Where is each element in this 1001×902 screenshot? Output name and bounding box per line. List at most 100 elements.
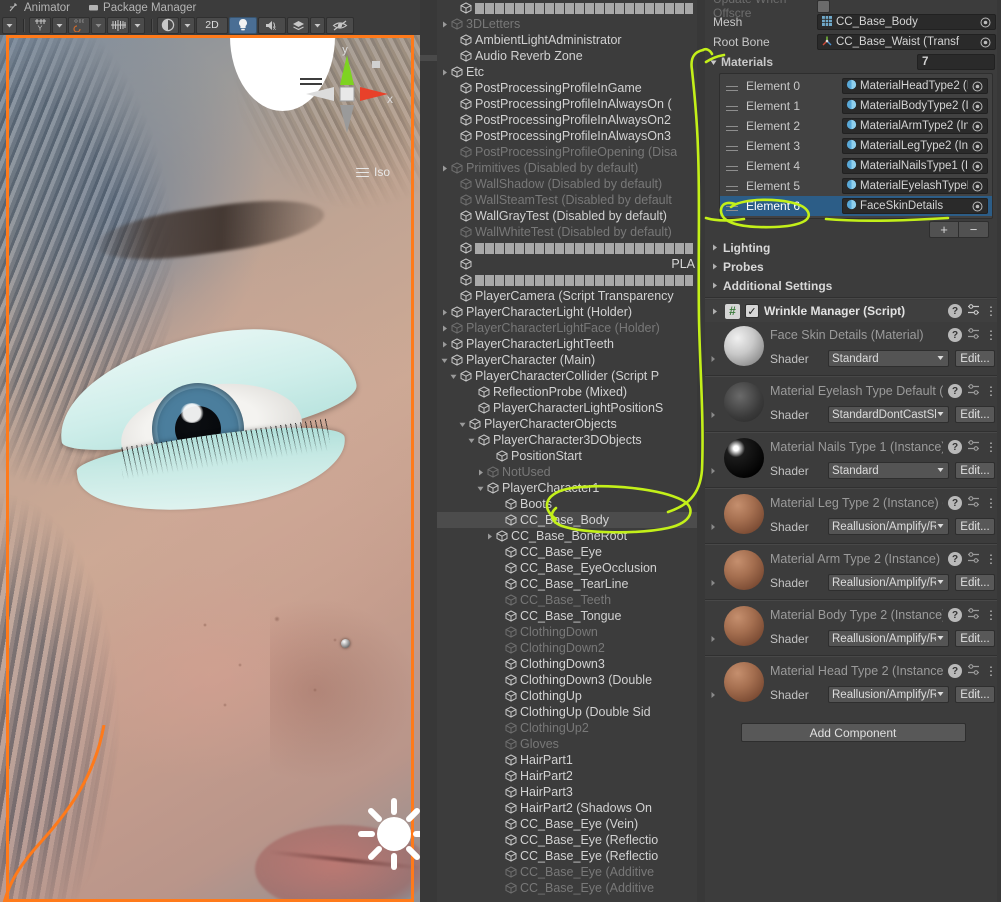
- object-picker-icon[interactable]: [971, 141, 984, 152]
- hierarchy-item[interactable]: PlayerCharacter1: [437, 480, 697, 496]
- hierarchy-item[interactable]: ClothingUp (Double Sid: [437, 704, 697, 720]
- component-menu-button[interactable]: ⋮: [985, 609, 997, 621]
- chevron-right-icon[interactable]: [709, 326, 718, 366]
- help-icon[interactable]: ?: [948, 552, 962, 566]
- hierarchy-item[interactable]: PlayerCharacterLightTeeth: [437, 336, 697, 352]
- chevron-right-icon[interactable]: [439, 320, 450, 336]
- tab-package-manager[interactable]: Package Manager: [79, 0, 205, 15]
- tool-handle-dropdown[interactable]: [2, 16, 17, 34]
- update-when-offscreen-row[interactable]: Update When Offscre: [705, 0, 1001, 20]
- update-when-offscreen-checkbox[interactable]: [817, 0, 830, 13]
- edit-shader-button[interactable]: Edit...: [955, 686, 995, 703]
- hierarchy-item[interactable]: HairPart2 (Shadows On: [437, 800, 697, 816]
- hierarchy-item[interactable]: ReflectionProbe (Mixed): [437, 384, 697, 400]
- chevron-right-icon[interactable]: [709, 662, 718, 702]
- hierarchy-item[interactable]: PlayerCamera (Script Transparency: [437, 288, 697, 304]
- edit-shader-button[interactable]: Edit...: [955, 406, 995, 423]
- chevron-right-icon[interactable]: [709, 606, 718, 646]
- drag-handle-icon[interactable]: [722, 205, 742, 207]
- scene-projection-mode[interactable]: Iso: [355, 165, 390, 180]
- shader-dropdown[interactable]: Standard: [828, 350, 949, 367]
- shader-dropdown[interactable]: Reallusion/Amplify/RL_S: [828, 686, 949, 703]
- hierarchy-item[interactable]: WallGrayTest (Disabled by default): [437, 208, 697, 224]
- hierarchy-item[interactable]: PlayerCharacterLight (Holder): [437, 304, 697, 320]
- chevron-right-icon[interactable]: [709, 494, 718, 534]
- help-icon[interactable]: ?: [948, 608, 962, 622]
- drag-handle-icon[interactable]: [722, 85, 742, 87]
- chevron-right-icon[interactable]: [709, 550, 718, 590]
- hierarchy-item[interactable]: AmbientLightAdministrator: [437, 32, 697, 48]
- hierarchy-item[interactable]: WallSteamTest (Disabled by default: [437, 192, 697, 208]
- help-icon[interactable]: ?: [948, 384, 962, 398]
- shader-dropdown[interactable]: StandardDontCastShad: [828, 406, 949, 423]
- hierarchy-item[interactable]: ClothingUp2: [437, 720, 697, 736]
- component-menu-button[interactable]: ⋮: [985, 441, 997, 453]
- hierarchy-item[interactable]: CC_Base_TearLine: [437, 576, 697, 592]
- hierarchy-item[interactable]: 3DLetters: [437, 16, 697, 32]
- hierarchy-item-selected[interactable]: CC_Base_Body: [437, 512, 697, 528]
- pivot-rotation-toggle[interactable]: Y: [29, 16, 51, 34]
- mesh-object-picker-icon[interactable]: [979, 17, 992, 28]
- chevron-right-icon[interactable]: [709, 240, 720, 256]
- hierarchy-item[interactable]: CC_Base_Eye: [437, 544, 697, 560]
- hierarchy-item[interactable]: ClothingDown3 (Double: [437, 672, 697, 688]
- pivot-rotation-dropdown[interactable]: [52, 16, 67, 34]
- hierarchy-item[interactable]: [437, 240, 697, 256]
- chevron-down-icon[interactable]: [448, 368, 459, 384]
- shader-dropdown[interactable]: Reallusion/Amplify/RL_S: [828, 630, 949, 647]
- component-menu-button[interactable]: ⋮: [985, 665, 997, 677]
- inspector-panel[interactable]: Update When Offscre Mesh CC_Base_Body Ro…: [705, 0, 1001, 902]
- wrinkle-manager-component-header[interactable]: # ✓ Wrinkle Manager (Script) ? ⋮: [705, 300, 1001, 322]
- help-icon[interactable]: ?: [948, 664, 962, 678]
- hierarchy-item[interactable]: PostProcessingProfileInAlwaysOn (: [437, 96, 697, 112]
- hierarchy-item[interactable]: HairPart1: [437, 752, 697, 768]
- preset-icon[interactable]: [967, 663, 980, 679]
- materials-remove-button[interactable]: −: [959, 221, 989, 238]
- shader-dropdown[interactable]: Reallusion/Amplify/RL_S: [828, 518, 949, 535]
- hierarchy-item[interactable]: HairPart2: [437, 768, 697, 784]
- chevron-down-icon[interactable]: [475, 480, 486, 496]
- directional-light-gizmo[interactable]: [355, 795, 420, 873]
- drag-handle-icon[interactable]: [722, 145, 742, 147]
- hierarchy-item[interactable]: PlayerCharacterCollider (Script P: [437, 368, 697, 384]
- scene-lighting-toggle[interactable]: [229, 16, 257, 34]
- hidden-objects-toggle[interactable]: [326, 16, 354, 34]
- hierarchy-item[interactable]: CC_Base_Eye (Additive: [437, 864, 697, 880]
- hierarchy-item[interactable]: CC_Base_BoneRoot: [437, 528, 697, 544]
- grid-axis-dropdown[interactable]: [130, 16, 145, 34]
- hierarchy-panel[interactable]: 3DLetters AmbientLightAdministrator Audio …: [437, 0, 697, 902]
- chevron-down-icon[interactable]: [457, 416, 468, 432]
- mesh-field[interactable]: CC_Base_Body: [817, 14, 996, 30]
- shading-mode-toggle[interactable]: [157, 16, 179, 34]
- material-element-field[interactable]: MaterialArmType2 (Insta: [842, 118, 988, 134]
- material-element-row[interactable]: Element 2 MaterialArmType2 (Insta: [720, 116, 992, 136]
- 2d-toggle[interactable]: 2D: [196, 16, 228, 34]
- chevron-right-icon[interactable]: [439, 64, 450, 80]
- grid-visibility-toggle[interactable]: [107, 16, 129, 34]
- hierarchy-item[interactable]: Audio Reverb Zone: [437, 48, 697, 64]
- chevron-right-icon[interactable]: [439, 304, 450, 320]
- scene-view[interactable]: y x Iso: [0, 35, 420, 902]
- material-element-row[interactable]: Element 5 MaterialEyelashTypeDef: [720, 176, 992, 196]
- preset-icon[interactable]: [967, 383, 980, 399]
- hierarchy-item[interactable]: Boots: [437, 496, 697, 512]
- panel-gutter-handle[interactable]: [420, 55, 437, 61]
- object-picker-icon[interactable]: [971, 161, 984, 172]
- hierarchy-item[interactable]: PostProcessingProfileInGame: [437, 80, 697, 96]
- hierarchy-item[interactable]: NotUsed: [437, 464, 697, 480]
- edit-shader-button[interactable]: Edit...: [955, 518, 995, 535]
- object-picker-icon[interactable]: [971, 201, 984, 212]
- object-picker-icon[interactable]: [971, 81, 984, 92]
- material-element-field[interactable]: FaceSkinDetails: [842, 198, 988, 214]
- help-icon[interactable]: ?: [948, 496, 962, 510]
- drag-handle-icon[interactable]: [722, 165, 742, 167]
- hierarchy-item[interactable]: PlayerCharacter (Main): [437, 352, 697, 368]
- hierarchy-item[interactable]: Primitives (Disabled by default): [437, 160, 697, 176]
- material-element-row[interactable]: Element 0 MaterialHeadType2 (Inst: [720, 76, 992, 96]
- material-element-field[interactable]: MaterialEyelashTypeDef: [842, 178, 988, 194]
- object-picker-icon[interactable]: [971, 181, 984, 192]
- hierarchy-item[interactable]: PlayerCharacterObjects: [437, 416, 697, 432]
- chevron-right-icon[interactable]: [475, 464, 486, 480]
- drag-handle-icon[interactable]: [722, 185, 742, 187]
- hierarchy-item[interactable]: [437, 0, 697, 16]
